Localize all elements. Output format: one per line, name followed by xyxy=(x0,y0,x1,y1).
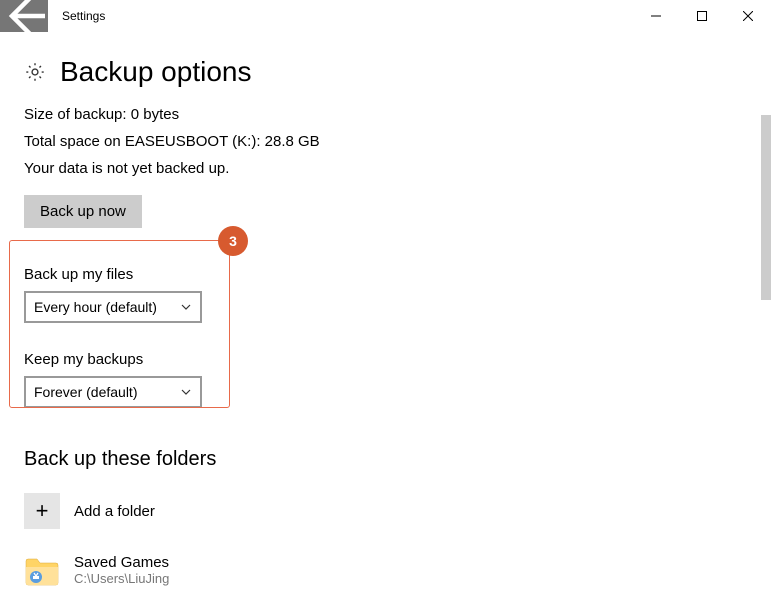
frequency-dropdown[interactable]: Every hour (default) xyxy=(24,291,202,323)
frequency-label: Back up my files xyxy=(24,266,771,283)
plus-icon: + xyxy=(24,493,60,529)
scrollbar-thumb[interactable] xyxy=(761,115,771,300)
minimize-button[interactable] xyxy=(633,0,679,32)
folders-heading: Back up these folders xyxy=(24,448,771,471)
backup-size-text: Size of backup: 0 bytes xyxy=(24,106,771,123)
maximize-icon xyxy=(697,11,707,21)
minimize-icon xyxy=(651,11,661,21)
chevron-down-icon xyxy=(180,386,192,398)
add-folder-label: Add a folder xyxy=(74,503,155,520)
close-icon xyxy=(743,11,753,21)
folder-path: C:\Users\LiuJing xyxy=(74,571,169,586)
retention-dropdown[interactable]: Forever (default) xyxy=(24,376,202,408)
window-title: Settings xyxy=(48,0,105,32)
back-button[interactable] xyxy=(0,0,48,32)
titlebar: Settings xyxy=(0,0,771,32)
retention-value: Forever (default) xyxy=(34,384,137,400)
total-space-text: Total space on EASEUSBOOT (K:): 28.8 GB xyxy=(24,133,771,150)
close-button[interactable] xyxy=(725,0,771,32)
backup-now-button[interactable]: Back up now xyxy=(24,195,142,228)
backup-status-text: Your data is not yet backed up. xyxy=(24,160,771,177)
frequency-value: Every hour (default) xyxy=(34,299,157,315)
folder-item[interactable]: Saved Games C:\Users\LiuJing xyxy=(24,553,771,587)
content-area: Backup options Size of backup: 0 bytes T… xyxy=(0,32,771,572)
add-folder-button[interactable]: + Add a folder xyxy=(24,493,771,529)
gear-icon xyxy=(24,61,46,83)
maximize-button[interactable] xyxy=(679,0,725,32)
folder-name: Saved Games xyxy=(74,554,169,571)
chevron-down-icon xyxy=(180,301,192,313)
folder-icon xyxy=(24,553,60,587)
page-title: Backup options xyxy=(60,56,251,88)
retention-label: Keep my backups xyxy=(24,351,771,368)
